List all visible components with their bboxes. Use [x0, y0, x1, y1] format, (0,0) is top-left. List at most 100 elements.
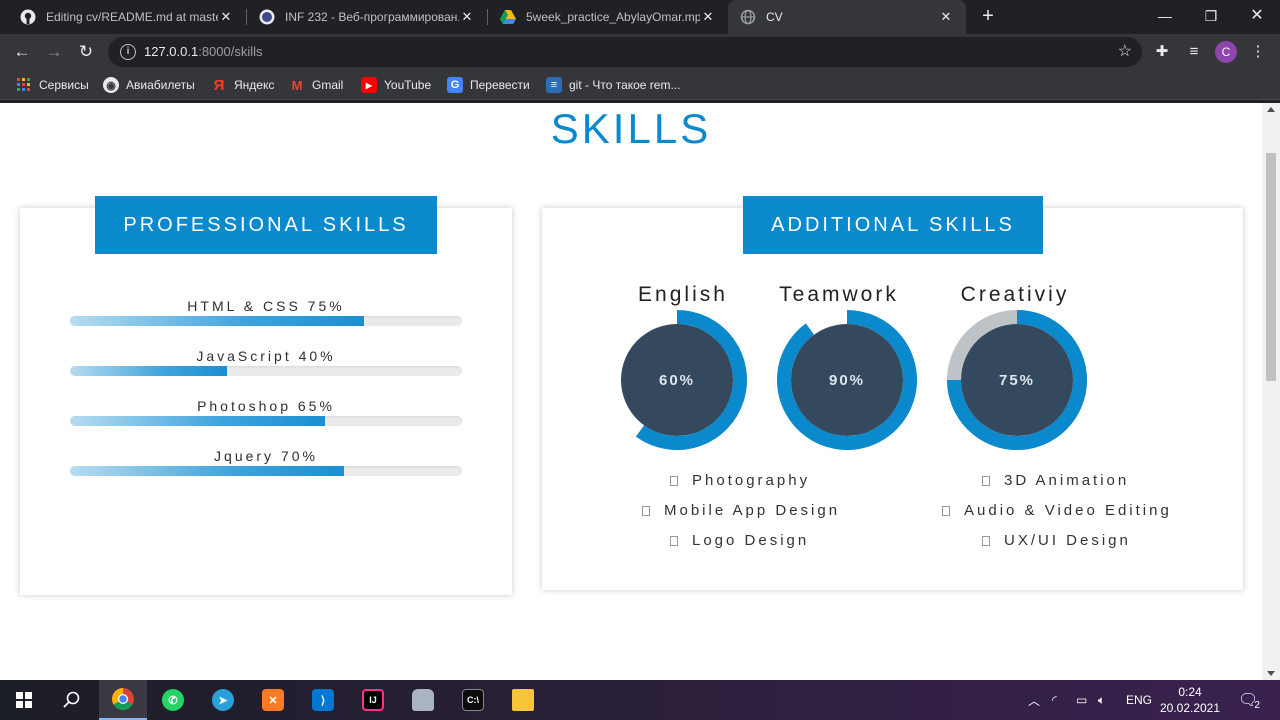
- close-tab-icon[interactable]: ✕: [938, 9, 954, 25]
- skill-label: JavaScript 40%: [196, 348, 336, 364]
- bookmark-aviatickets[interactable]: ◉ Авиабилеты: [103, 76, 195, 94]
- media-control-icon[interactable]: ≡: [1182, 40, 1206, 64]
- bookmark-label: Перевести: [470, 78, 530, 92]
- taskbar-chrome[interactable]: [99, 680, 147, 720]
- taskbar-database-tool[interactable]: [399, 680, 447, 720]
- list-bullet-icon: [982, 536, 990, 546]
- additional-skill-item: Logo Design: [670, 532, 809, 549]
- additional-skill-item: Mobile App Design: [642, 502, 840, 519]
- globe-icon: ◉: [103, 77, 119, 93]
- chrome-icon: [112, 688, 134, 710]
- forward-button[interactable]: →: [40, 38, 68, 66]
- skill-label: Jquery 70%: [214, 448, 318, 464]
- windows-logo-icon: [16, 692, 32, 708]
- bookmark-label: Авиабилеты: [126, 78, 195, 92]
- close-tab-icon[interactable]: ✕: [218, 9, 234, 25]
- taskbar-whatsapp[interactable]: ✆: [149, 680, 197, 720]
- apps-grid-icon: [16, 77, 32, 93]
- taskbar-telegram[interactable]: ➤: [199, 680, 247, 720]
- bookmark-apps[interactable]: Сервисы: [16, 76, 89, 94]
- taskbar-file-explorer[interactable]: [499, 680, 547, 720]
- url-host: 127.0.0.1: [144, 44, 199, 59]
- additional-skill-item: Photography: [670, 472, 810, 489]
- bookmark-label: Сервисы: [39, 78, 89, 92]
- tab-title: CV: [766, 10, 783, 24]
- taskbar-vscode[interactable]: ⟩: [299, 680, 347, 720]
- volume-icon[interactable]: 🔈︎: [1098, 680, 1105, 720]
- list-bullet-icon: [670, 476, 678, 486]
- donut-value: 60%: [658, 372, 696, 389]
- bookmark-git-question[interactable]: ≡ git - Что такое rem...: [546, 76, 680, 94]
- list-bullet-icon: [982, 476, 990, 486]
- start-button[interactable]: [0, 680, 48, 720]
- browser-toolbar: ← → ↻ i 127.0.0.1:8000/skills ☆ ✚ ≡ C ⋮: [0, 34, 1280, 70]
- close-tab-icon[interactable]: ✕: [700, 9, 716, 25]
- new-tab-button[interactable]: +: [976, 4, 1000, 28]
- url-path: :8000/skills: [198, 44, 263, 59]
- google-drive-icon: [500, 9, 516, 25]
- reload-button[interactable]: ↻: [72, 38, 100, 66]
- tab-strip: Editing cv/README.md at master ✕ INF 232…: [0, 0, 1280, 34]
- language-indicator[interactable]: ENG: [1126, 680, 1152, 720]
- back-button[interactable]: ←: [8, 38, 36, 66]
- tab-drive-video[interactable]: 5week_practice_AbylayOmar.mp4 ✕: [488, 0, 728, 34]
- notification-center-button[interactable]: 🗨︎ 2: [1238, 680, 1260, 720]
- address-bar[interactable]: i 127.0.0.1:8000/skills ☆: [108, 37, 1142, 67]
- search-button[interactable]: [48, 680, 96, 720]
- intellij-icon: IJ: [362, 689, 384, 711]
- page-scrollbar[interactable]: [1262, 103, 1280, 680]
- close-window-button[interactable]: ✕: [1234, 0, 1280, 34]
- database-icon: [412, 689, 434, 711]
- folder-icon: [512, 689, 534, 711]
- taskbar-intellij[interactable]: IJ: [349, 680, 397, 720]
- wifi-icon[interactable]: ◜: [1052, 680, 1057, 720]
- skill-bar-fill: [70, 416, 325, 426]
- tab-title: Editing cv/README.md at master: [46, 10, 218, 24]
- tab-github-readme[interactable]: Editing cv/README.md at master ✕: [8, 0, 246, 34]
- scroll-down-arrow-icon[interactable]: [1267, 671, 1275, 676]
- bookmarks-bar: Сервисы ◉ Авиабилеты Я Яндекс M Gmail ▶ …: [0, 70, 1280, 100]
- system-clock[interactable]: 0:24 20.02.2021: [1156, 684, 1224, 716]
- tab-cv[interactable]: CV ✕: [728, 0, 966, 34]
- url-text[interactable]: 127.0.0.1:8000/skills: [144, 44, 263, 59]
- university-icon: [259, 9, 275, 25]
- tab-inf232[interactable]: INF 232 - Веб-программирован... ✕: [247, 0, 487, 34]
- translate-icon: G: [447, 77, 463, 93]
- youtube-icon: ▶: [361, 77, 377, 93]
- site-info-icon[interactable]: i: [120, 44, 136, 60]
- taskbar-terminal[interactable]: C:\: [449, 680, 497, 720]
- tab-title: INF 232 - Веб-программирован...: [285, 10, 459, 24]
- tray-overflow-icon[interactable]: ︿: [1028, 680, 1040, 720]
- skill-bar: [70, 416, 462, 426]
- globe-icon: [740, 9, 756, 25]
- search-icon: [63, 691, 80, 708]
- github-icon: [20, 9, 36, 25]
- skill-label: HTML & CSS 75%: [187, 298, 345, 314]
- restore-button[interactable]: ❐: [1188, 0, 1234, 34]
- battery-icon[interactable]: ▭: [1076, 680, 1087, 720]
- terminal-icon: C:\: [462, 689, 484, 711]
- skill-bar: [70, 366, 462, 376]
- scrollbar-thumb[interactable]: [1266, 153, 1276, 381]
- profile-avatar[interactable]: C: [1215, 41, 1237, 63]
- tab-title: 5week_practice_AbylayOmar.mp4: [526, 10, 700, 24]
- taskbar-xampp[interactable]: ✕: [249, 680, 297, 720]
- donut-value: 90%: [828, 372, 866, 389]
- bookmark-youtube[interactable]: ▶ YouTube: [361, 76, 431, 94]
- stackoverflow-icon: ≡: [546, 77, 562, 93]
- bookmark-label: git - Что такое rem...: [569, 78, 681, 92]
- menu-icon[interactable]: ⋮: [1246, 40, 1270, 64]
- bookmark-translate[interactable]: G Перевести: [447, 76, 530, 94]
- extensions-icon[interactable]: ✚: [1150, 40, 1174, 64]
- bookmark-star-icon[interactable]: ☆: [1118, 41, 1132, 61]
- scroll-up-arrow-icon[interactable]: [1267, 107, 1275, 112]
- additional-skill-item: 3D Animation: [982, 472, 1129, 489]
- whatsapp-icon: ✆: [162, 689, 184, 711]
- clock-time: 0:24: [1178, 685, 1202, 699]
- close-tab-icon[interactable]: ✕: [459, 9, 475, 25]
- page-title: SKILLS: [550, 105, 712, 152]
- bookmark-yandex[interactable]: Я Яндекс: [211, 76, 275, 94]
- bookmark-label: Gmail: [312, 78, 344, 92]
- minimize-button[interactable]: —: [1142, 0, 1188, 34]
- bookmark-gmail[interactable]: M Gmail: [289, 76, 344, 94]
